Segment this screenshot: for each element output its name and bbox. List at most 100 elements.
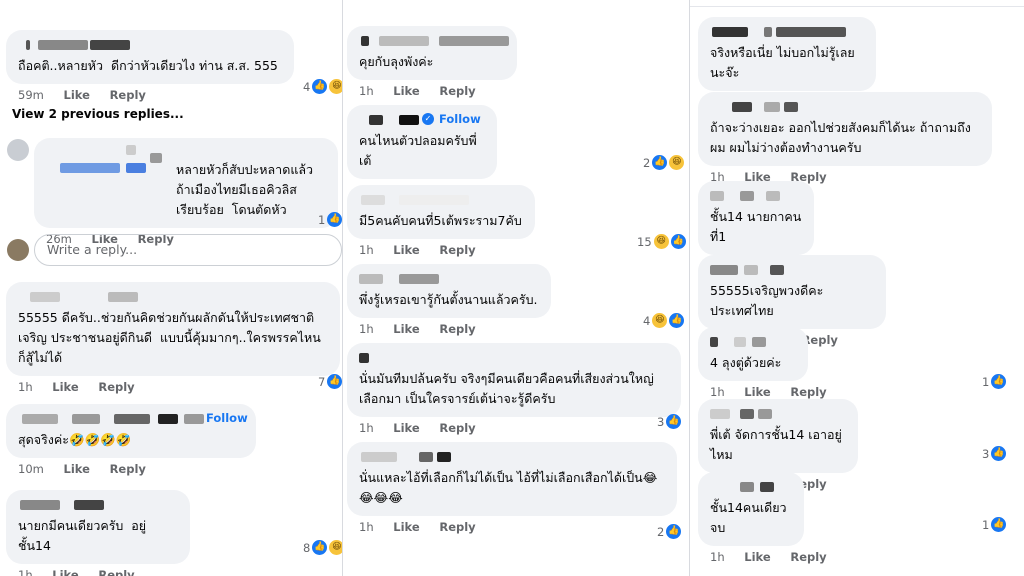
like-button[interactable]: Like bbox=[64, 88, 90, 102]
comment: 4 ลุงตู่ด้วยค่ะ 1h Like Reply bbox=[698, 327, 843, 399]
commenter-name-redacted[interactable] bbox=[18, 37, 282, 53]
comment-time[interactable]: 1h bbox=[359, 421, 374, 435]
reaction-count[interactable]: 3 👍 bbox=[982, 446, 1007, 461]
reaction-count[interactable]: 2 👍 bbox=[657, 524, 682, 539]
comment-text: ถือคติ..หลายหัว ดีกว่าหัวเดียวไง ท่าน ส.… bbox=[18, 58, 278, 73]
commenter-name-redacted[interactable] bbox=[359, 350, 669, 366]
reaction-count[interactable]: 7 👍 bbox=[318, 374, 342, 389]
commenter-name-redacted[interactable] bbox=[46, 145, 326, 173]
reaction-count[interactable]: 1 👍 bbox=[982, 517, 1007, 532]
like-button[interactable]: Like bbox=[393, 243, 419, 257]
commenter-name-redacted[interactable] bbox=[18, 289, 328, 305]
commenter-name-redacted[interactable] bbox=[710, 406, 846, 422]
reaction-count[interactable]: 15 😆 👍 bbox=[637, 234, 686, 249]
reply-button[interactable]: Reply bbox=[98, 568, 134, 576]
reply-button[interactable]: Reply bbox=[439, 421, 475, 435]
commenter-name-redacted[interactable] bbox=[359, 33, 509, 49]
reply-button[interactable]: Reply bbox=[439, 84, 475, 98]
comment-bubble: ชั้น14คนเดียวจบ bbox=[698, 472, 804, 546]
comment-time[interactable]: 59m bbox=[18, 88, 44, 102]
reply-button[interactable]: Reply bbox=[110, 462, 146, 476]
reply-input[interactable]: Write a reply... bbox=[34, 234, 342, 266]
like-icon: 👍 bbox=[669, 313, 685, 328]
reply-button[interactable]: Reply bbox=[439, 243, 475, 257]
comment-time[interactable]: 1h bbox=[359, 243, 374, 257]
comment-actions: 1h Like Reply bbox=[6, 568, 190, 576]
comment: มี5คนคับคนที่5เต้พระราม7คับ 1h Like Repl… bbox=[347, 185, 535, 257]
reply-button[interactable]: Reply bbox=[439, 322, 475, 336]
comment-time[interactable]: 1h bbox=[359, 322, 374, 336]
commenter-name-redacted[interactable] bbox=[710, 188, 802, 204]
comment-column-2: คุยกับลุงพังค่ะ 1h Like Reply ✓ Follow ค… bbox=[342, 0, 690, 576]
like-button[interactable]: Like bbox=[744, 550, 770, 564]
comment-time[interactable]: 10m bbox=[18, 462, 44, 476]
commenter-name-redacted[interactable] bbox=[710, 262, 874, 278]
comment-text: สุดจริงค่ะ🤣🤣🤣🤣 bbox=[18, 432, 132, 447]
comment-actions: 1h Like Reply bbox=[6, 380, 340, 394]
follow-button[interactable]: Follow bbox=[439, 112, 481, 126]
comment: หลายหัวก็สับปะหลาดแล้ว ถ้าเมืองไทยมีเธอค… bbox=[34, 138, 338, 246]
commenter-name-redacted[interactable] bbox=[710, 99, 980, 115]
follow-button[interactable]: Follow bbox=[206, 411, 248, 425]
like-icon: 👍 bbox=[312, 540, 328, 555]
comment-text: นั่นมันทีมปล้นครับ จริงๆมีคนเดียวคือคนที… bbox=[359, 371, 654, 406]
reaction-number: 7 bbox=[318, 374, 326, 389]
like-icon: 👍 bbox=[991, 446, 1007, 461]
comment-bubble: ✓ Follow คนไหนตัวปลอมครับพี่เต้ bbox=[347, 105, 497, 179]
comment: ถ้าจะว่างเยอะ ออกไปช่วยสังคมก็ได้นะ ถ้าถ… bbox=[698, 92, 992, 184]
like-button[interactable]: Like bbox=[52, 380, 78, 394]
like-button[interactable]: Like bbox=[393, 84, 419, 98]
comment-text: มี5คนคับคนที่5เต้พระราม7คับ bbox=[359, 213, 522, 228]
reaction-count[interactable]: 4 😆 👍 bbox=[643, 313, 685, 328]
reaction-count[interactable]: 8 👍 😆 bbox=[303, 540, 342, 555]
reply-button[interactable]: Reply bbox=[439, 520, 475, 534]
comment: คุยกับลุงพังค่ะ 1h Like Reply bbox=[347, 26, 517, 98]
comment-time[interactable]: 1h bbox=[18, 568, 33, 576]
comment-text: 55555 ดีครับ..ช่วยกันคิดช่วยกันผลักดันให… bbox=[18, 310, 321, 365]
commenter-name-redacted[interactable] bbox=[359, 192, 523, 208]
comment-text: นายกมีคนเดียวครับ อยู่ชั้น14 bbox=[18, 518, 147, 553]
comment-time[interactable]: 1h bbox=[710, 550, 725, 564]
avatar[interactable] bbox=[7, 239, 29, 261]
commenter-name-redacted[interactable]: ✓ Follow bbox=[359, 112, 485, 128]
reaction-count[interactable]: 1 👍 bbox=[318, 212, 342, 227]
like-button[interactable]: Like bbox=[64, 462, 90, 476]
like-icon: 👍 bbox=[327, 212, 342, 227]
like-button[interactable]: Like bbox=[393, 520, 419, 534]
view-previous-replies[interactable]: View 2 previous replies... bbox=[12, 107, 184, 121]
reply-button[interactable]: Reply bbox=[98, 380, 134, 394]
comment-time[interactable]: 1h bbox=[359, 520, 374, 534]
comment-text: ชั้น14คนเดียวจบ bbox=[710, 500, 787, 535]
comment-time[interactable]: 1h bbox=[359, 84, 374, 98]
comment-time[interactable]: 1h bbox=[18, 380, 33, 394]
like-button[interactable]: Like bbox=[393, 322, 419, 336]
comment-actions: 1h Like Reply bbox=[347, 322, 551, 336]
avatar[interactable] bbox=[7, 139, 29, 161]
commenter-name-redacted[interactable] bbox=[359, 449, 665, 465]
reply-button[interactable]: Reply bbox=[790, 385, 826, 399]
comment-bubble: นั่นแหละไอ้ที่เลือกก็ไม่ได้เป็น ไอ้ที่ไม… bbox=[347, 442, 677, 516]
like-button[interactable]: Like bbox=[744, 385, 770, 399]
reply-button[interactable]: Reply bbox=[790, 550, 826, 564]
commenter-name-redacted[interactable] bbox=[710, 334, 796, 350]
comment-bubble: 4 ลุงตู่ด้วยค่ะ bbox=[698, 327, 808, 381]
comment-actions: 59m Like Reply bbox=[6, 88, 294, 102]
reaction-count[interactable]: 1 👍 bbox=[982, 374, 1007, 389]
like-button[interactable]: Like bbox=[52, 568, 78, 576]
comment-text: จริงหรือเนี่ย ไม่บอกไม่รู้เลยนะจ๊ะ bbox=[710, 45, 855, 80]
like-icon: 👍 bbox=[991, 517, 1007, 532]
comment-time[interactable]: 1h bbox=[710, 385, 725, 399]
commenter-name-redacted[interactable]: Follow bbox=[18, 411, 248, 427]
commenter-name-redacted[interactable] bbox=[18, 497, 178, 513]
like-button[interactable]: Like bbox=[393, 421, 419, 435]
commenter-name-redacted[interactable] bbox=[710, 479, 792, 495]
commenter-name-redacted[interactable] bbox=[359, 271, 539, 287]
commenter-name-redacted[interactable] bbox=[710, 24, 864, 40]
reply-button[interactable]: Reply bbox=[110, 88, 146, 102]
reaction-count[interactable]: 2 👍 😆 bbox=[643, 155, 685, 170]
comment-text: นั่นแหละไอ้ที่เลือกก็ไม่ได้เป็น ไอ้ที่ไม… bbox=[359, 470, 658, 505]
comment-bubble: พี่เต้ จัดการชั้น14 เอาอยู่ไหม bbox=[698, 399, 858, 473]
comment-bubble: คุยกับลุงพังค่ะ bbox=[347, 26, 517, 80]
reaction-count[interactable]: 3 👍 bbox=[657, 414, 682, 429]
reaction-count[interactable]: 4 👍 😆 bbox=[303, 79, 342, 94]
